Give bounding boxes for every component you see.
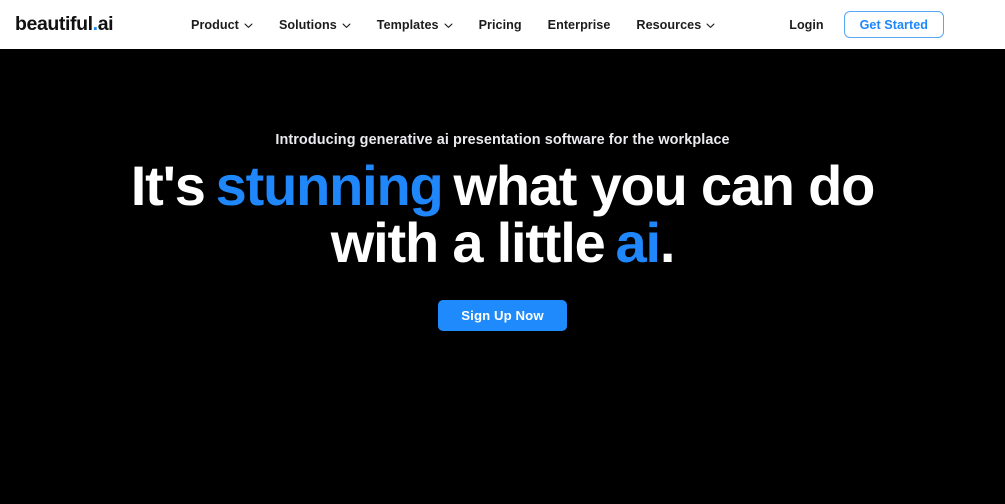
site-logo[interactable]: beautiful.ai	[15, 11, 114, 37]
login-link[interactable]: Login	[789, 18, 823, 32]
get-started-button[interactable]: Get Started	[843, 11, 944, 38]
nav-item-label: Pricing	[478, 17, 522, 32]
nav-item-pricing[interactable]: Pricing	[466, 0, 535, 49]
chevron-down-icon	[444, 21, 453, 30]
nav-item-label: Product	[191, 17, 239, 32]
nav-item-resources[interactable]: Resources	[623, 0, 728, 49]
top-navigation-bar: beautiful.ai Product Solutions Templates	[0, 0, 1005, 49]
nav-item-product[interactable]: Product	[178, 0, 266, 49]
nav-item-label: Resources	[636, 17, 702, 32]
primary-nav-links: Product Solutions Templates Pricing Ente…	[178, 0, 728, 49]
headline-line-2: with a little ai.	[0, 214, 1005, 271]
nav-item-label: Enterprise	[547, 17, 611, 32]
nav-account-actions: Login Get Started	[789, 0, 1005, 49]
headline-line-1: It's stunning what you can do	[0, 157, 1005, 214]
sign-up-now-button[interactable]: Sign Up Now	[438, 300, 567, 331]
nav-item-label: Solutions	[278, 17, 337, 32]
hero-eyebrow-text: Introducing generative ai presentation s…	[275, 132, 730, 148]
hero-section: Introducing generative ai presentation s…	[0, 49, 1005, 504]
logo-text-secondary: ai	[97, 13, 114, 35]
nav-item-label: Templates	[376, 17, 439, 32]
headline-accent-ai: ai	[615, 211, 662, 274]
chevron-down-icon	[244, 21, 253, 30]
nav-item-enterprise[interactable]: Enterprise	[535, 0, 624, 49]
headline-accent-stunning: stunning	[215, 154, 444, 217]
headline-segment: It's	[130, 154, 206, 217]
logo-text-primary: beautiful	[15, 13, 93, 35]
chevron-down-icon	[706, 21, 715, 30]
nav-item-solutions[interactable]: Solutions	[266, 0, 364, 49]
hero-cta-container: Sign Up Now	[0, 300, 1005, 331]
nav-item-templates[interactable]: Templates	[364, 0, 466, 49]
hero-headline: It's stunning what you can do with a littl…	[0, 157, 1005, 271]
landing-page: beautiful.ai Product Solutions Templates	[0, 0, 1005, 504]
chevron-down-icon	[342, 21, 351, 30]
headline-segment: what you can do	[453, 154, 875, 217]
headline-period: .	[659, 211, 676, 274]
headline-segment: with a little	[330, 211, 606, 274]
